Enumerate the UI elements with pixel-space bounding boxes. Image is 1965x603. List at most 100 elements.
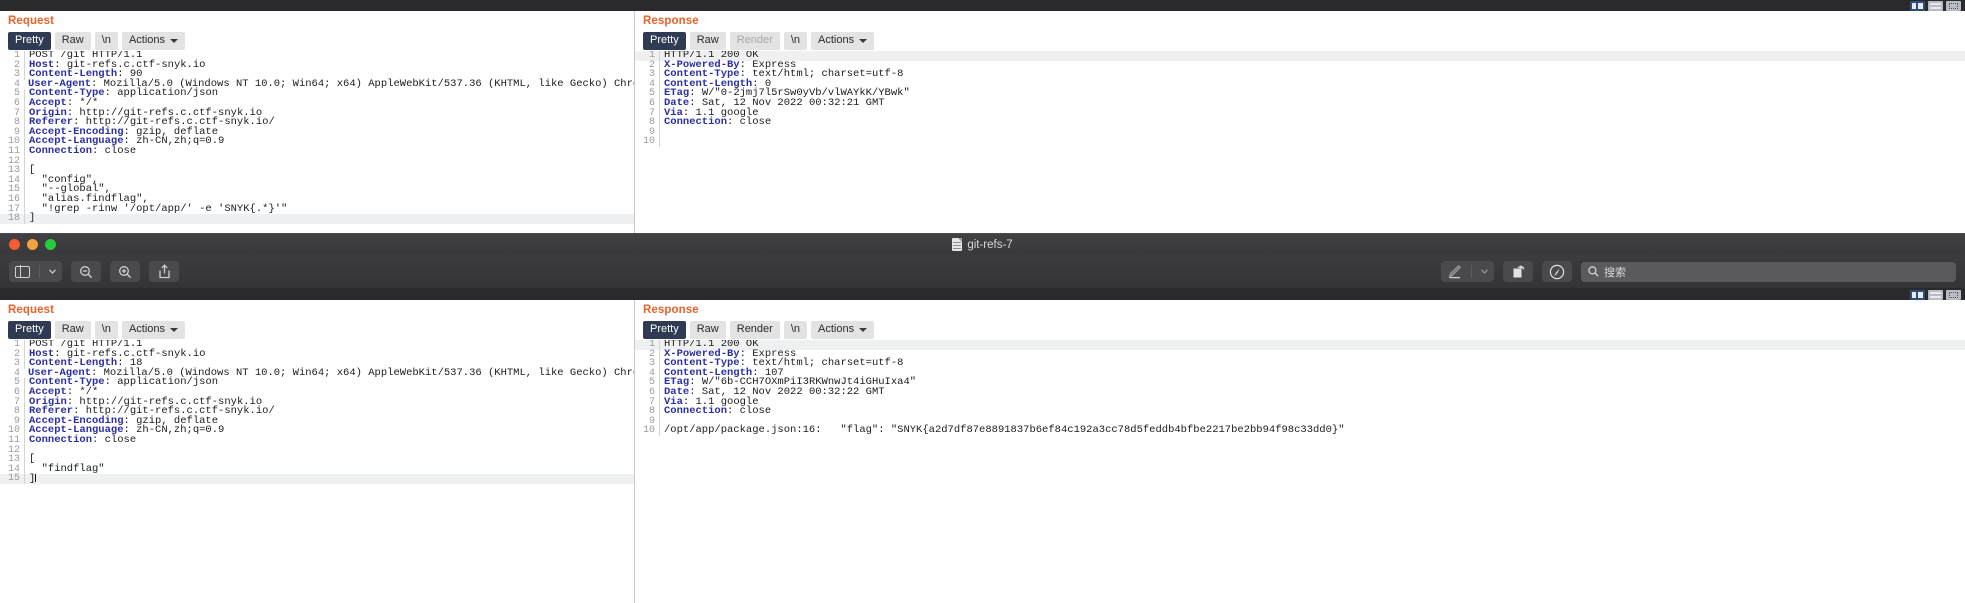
top-request-pane: Request Pretty Raw \n Actions 1POST /git… <box>0 11 635 233</box>
code-line-text: Connection: close <box>664 407 771 417</box>
gutter-divider <box>24 89 25 99</box>
line-number: 8 <box>0 407 24 417</box>
header-name: Connection <box>29 145 92 157</box>
tab-newline[interactable]: \n <box>95 32 118 50</box>
tab-newline[interactable]: \n <box>784 32 807 50</box>
line-number: 5 <box>635 378 659 388</box>
top-layout-buttons <box>1910 0 1961 11</box>
gutter-divider <box>659 80 660 90</box>
chevron-down-icon <box>170 328 178 332</box>
tab-pretty[interactable]: Pretty <box>643 321 686 339</box>
gutter-divider <box>24 388 25 398</box>
gutter-divider <box>659 369 660 379</box>
split-horizontal-layout-button[interactable] <box>1928 1 1943 11</box>
gutter-divider <box>24 61 25 71</box>
gutter-divider <box>24 51 25 61</box>
split-vertical-layout-button[interactable] <box>1910 290 1925 300</box>
gutter-divider <box>659 89 660 99</box>
line-number: 2 <box>635 61 659 71</box>
gutter-divider <box>24 166 25 176</box>
tab-newline[interactable]: \n <box>784 321 807 339</box>
code-line: 14 "findflag" <box>0 465 634 475</box>
code-line-text: "findflag" <box>29 465 105 475</box>
annotate-button[interactable] <box>1542 261 1572 282</box>
gutter-divider <box>24 147 25 157</box>
line-number: 10 <box>635 137 659 147</box>
code-line-text: ] <box>29 214 35 224</box>
tab-render[interactable]: Render <box>730 321 780 339</box>
bottom-request-editor[interactable]: 1POST /git HTTP/1.12Host: git-refs.c.ctf… <box>0 340 634 603</box>
code-line: 15] <box>0 474 634 484</box>
code-line: 3Content-Type: text/html; charset=utf-8 <box>635 70 1965 80</box>
tab-actions-label: Actions <box>129 34 165 47</box>
tab-actions[interactable]: Actions <box>811 32 874 50</box>
sidebar-icon <box>9 261 36 282</box>
tab-raw[interactable]: Raw <box>55 32 91 50</box>
bottom-burp-window: Request Pretty Raw \n Actions 1POST /git… <box>0 289 1965 603</box>
tab-newline[interactable]: \n <box>95 321 118 339</box>
code-line-text: "!grep -rinw '/opt/app/' -e 'SNYK{.*}'" <box>29 205 287 215</box>
line-number: 7 <box>635 398 659 408</box>
line-number: 8 <box>635 118 659 128</box>
gutter-divider <box>659 340 660 350</box>
tab-pretty[interactable]: Pretty <box>8 32 51 50</box>
line-number: 4 <box>0 369 24 379</box>
tab-pretty[interactable]: Pretty <box>8 321 51 339</box>
chevron-down-icon <box>170 39 178 43</box>
tabbed-layout-button[interactable] <box>1946 290 1961 300</box>
line-number: 8 <box>0 118 24 128</box>
top-window-titlebar-strip <box>0 0 1965 11</box>
zoom-out-icon <box>79 265 93 279</box>
tabbed-layout-button[interactable] <box>1946 1 1961 11</box>
code-line: 3Content-Type: text/html; charset=utf-8 <box>635 359 1965 369</box>
tab-raw[interactable]: Raw <box>690 321 726 339</box>
line-number: 2 <box>635 350 659 360</box>
zoom-in-button[interactable] <box>110 261 140 282</box>
line-number: 6 <box>0 388 24 398</box>
tab-actions[interactable]: Actions <box>122 321 185 339</box>
tab-raw[interactable]: Raw <box>55 321 91 339</box>
top-request-editor[interactable]: 1POST /git HTTP/1.12Host: git-refs.c.ctf… <box>0 51 634 233</box>
tab-raw[interactable]: Raw <box>690 32 726 50</box>
chevron-down-icon <box>1475 261 1494 282</box>
code-line: 17 "!grep -rinw '/opt/app/' -e 'SNYK{.*}… <box>0 205 634 215</box>
zoom-out-button[interactable] <box>71 261 101 282</box>
code-line: 1HTTP/1.1 200 OK <box>635 340 1965 350</box>
code-line: 18] <box>0 214 634 224</box>
gutter-divider <box>24 137 25 147</box>
share-button[interactable] <box>149 261 179 282</box>
header-name: Connection <box>29 434 92 446</box>
line-number: 10 <box>635 426 659 436</box>
line-number: 6 <box>0 99 24 109</box>
gutter-divider <box>24 378 25 388</box>
gutter-divider <box>659 61 660 71</box>
search-field[interactable]: 搜索 <box>1581 262 1956 282</box>
mac-titlebar[interactable]: git-refs-7 <box>0 233 1965 255</box>
sidebar-toggle-button[interactable] <box>9 261 62 282</box>
gutter-divider <box>659 426 660 436</box>
document-icon <box>952 238 962 251</box>
tab-pretty[interactable]: Pretty <box>643 32 686 50</box>
gutter-divider <box>24 185 25 195</box>
gutter-divider <box>659 109 660 119</box>
markup-button[interactable] <box>1441 261 1494 282</box>
bottom-response-editor[interactable]: 1HTTP/1.1 200 OK2X-Powered-By: Express3C… <box>635 340 1965 603</box>
tab-actions-label: Actions <box>818 323 854 336</box>
tab-actions[interactable]: Actions <box>122 32 185 50</box>
rotate-left-button[interactable] <box>1503 261 1533 282</box>
mac-window: git-refs-7 <box>0 233 1965 603</box>
gutter-divider <box>659 118 660 128</box>
gutter-divider <box>659 388 660 398</box>
line-number: 5 <box>635 89 659 99</box>
line-number: 3 <box>635 359 659 369</box>
line-number: 2 <box>0 61 24 71</box>
gutter-divider <box>24 474 25 484</box>
line-number: 1 <box>0 51 24 61</box>
gutter-divider <box>659 137 660 147</box>
top-response-editor[interactable]: 1HTTP/1.1 200 OK2X-Powered-By: Express3C… <box>635 51 1965 233</box>
split-vertical-layout-button[interactable] <box>1910 1 1925 11</box>
line-number: 4 <box>635 80 659 90</box>
tab-actions[interactable]: Actions <box>811 321 874 339</box>
split-horizontal-layout-button[interactable] <box>1928 290 1943 300</box>
gutter-divider <box>24 176 25 186</box>
